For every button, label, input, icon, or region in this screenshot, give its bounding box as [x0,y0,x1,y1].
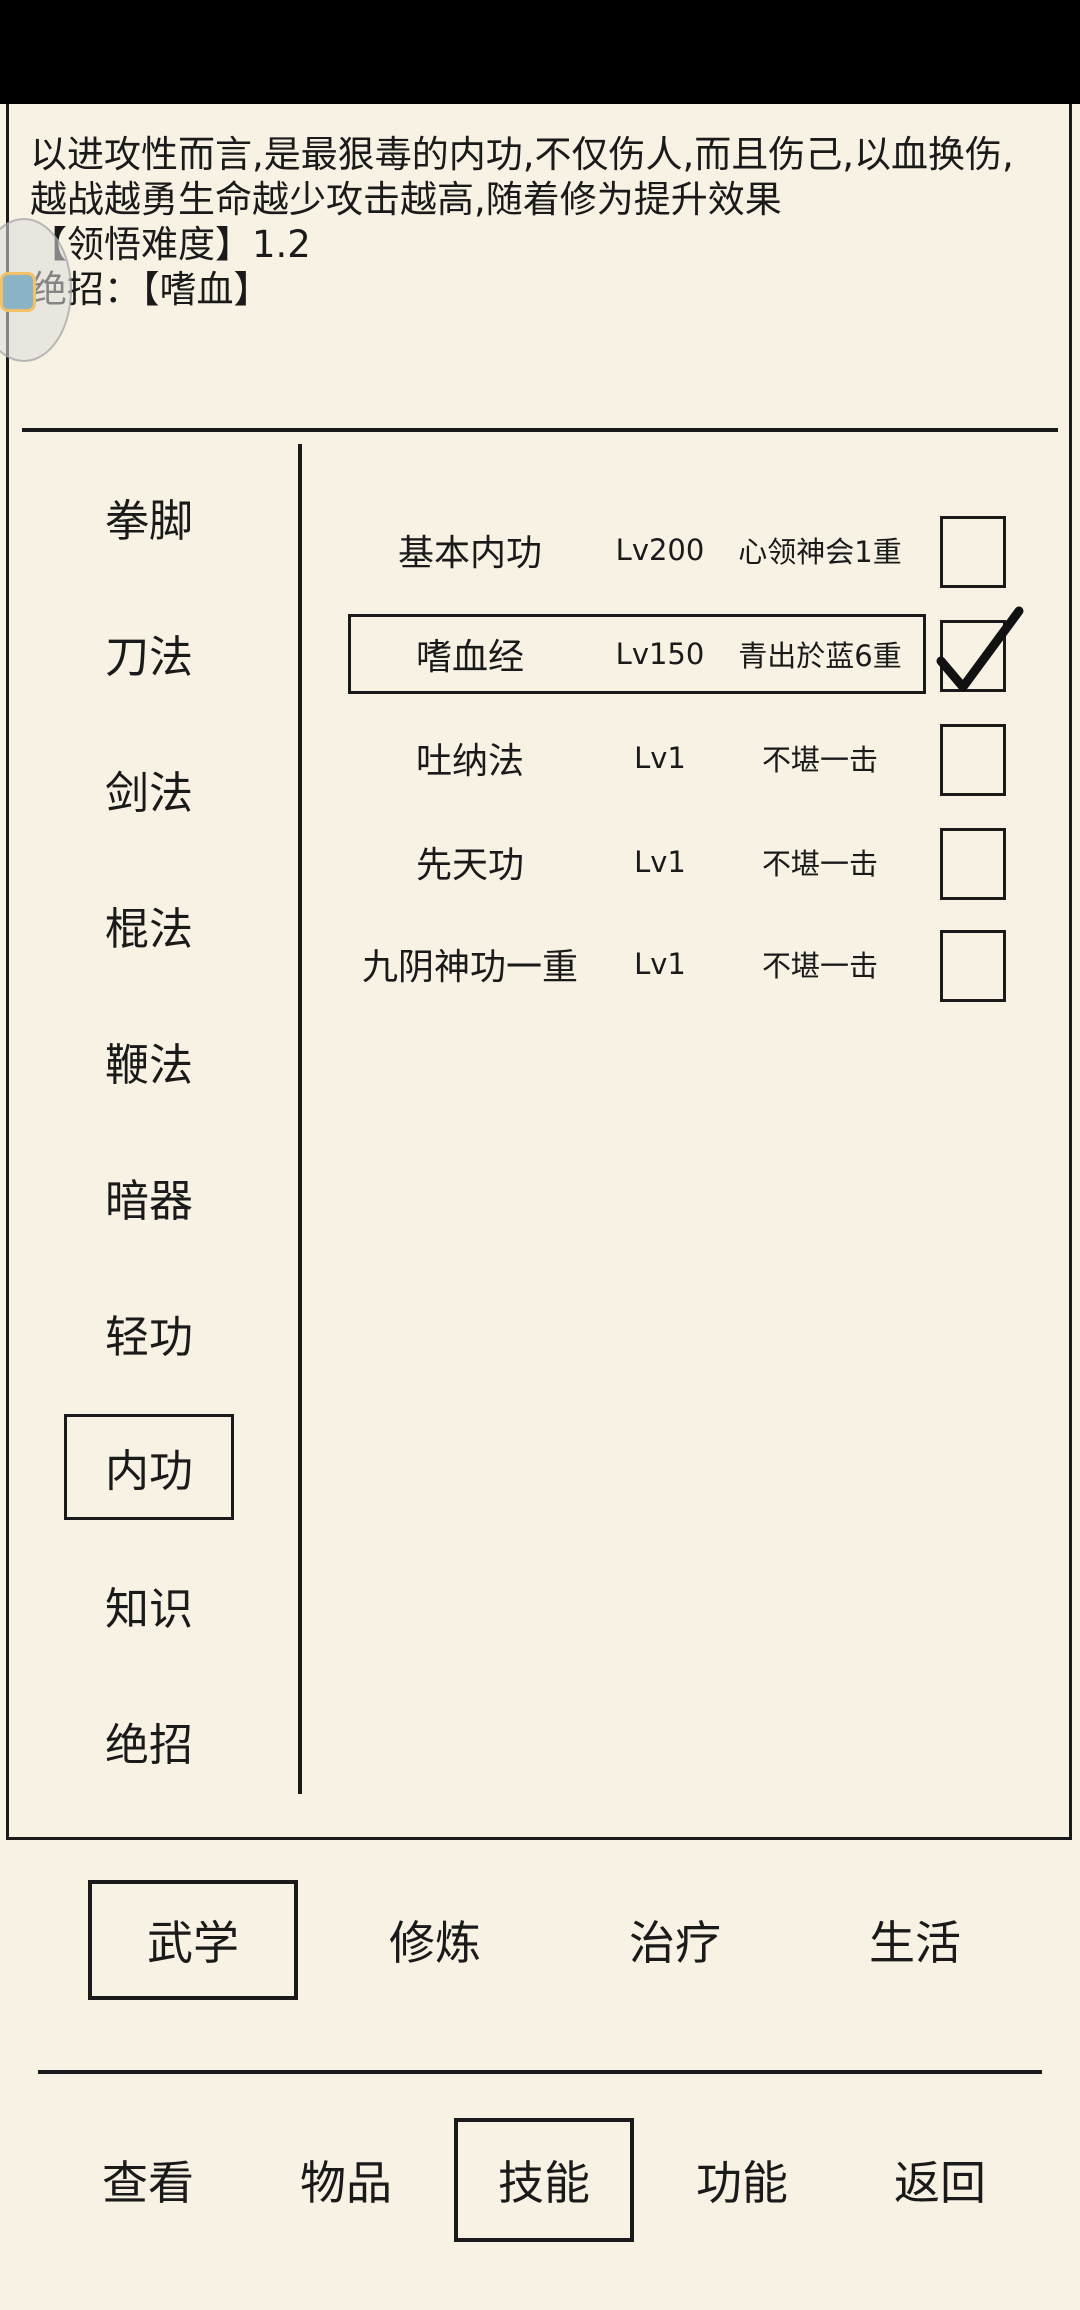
category-qinggong[interactable]: 轻功 [64,1280,234,1386]
skill-level: Lv150 [615,637,705,671]
nav-gongneng[interactable]: 功能 [652,2118,832,2242]
category-label: 剑法 [105,768,193,819]
category-quanjiao[interactable]: 拳脚 [64,464,234,570]
nav-label: 物品 [300,2156,392,2210]
nav-label: 技能 [498,2156,590,2210]
skill-level: Lv200 [615,533,705,567]
tab-label: 武学 [147,1916,239,1970]
ultimate-line: 绝招：【嗜血】 [30,268,271,311]
skill-checkbox[interactable] [940,516,1006,588]
category-label: 棍法 [105,904,193,955]
skill-row[interactable]: 吐纳法 Lv1 不堪一击 [340,712,1040,804]
category-label: 知识 [105,1584,193,1635]
category-anqi[interactable]: 暗器 [64,1144,234,1250]
category-juezhao[interactable]: 绝招 [64,1688,234,1794]
category-neigong[interactable]: 内功 [64,1414,234,1520]
category-zhishi[interactable]: 知识 [64,1552,234,1658]
skill-rank: 不堪一击 [761,949,878,983]
nav-label: 返回 [894,2156,986,2210]
category-jianfa[interactable]: 剑法 [64,736,234,842]
tab-label: 修炼 [389,1916,481,1970]
skill-description: 以进攻性而言,是最狠毒的内功,不仅伤人,而且伤己,以血换伤, 越战越勇生命越少攻击… [30,132,1060,312]
skill-rank: 不堪一击 [761,847,878,881]
skill-checkbox[interactable] [936,606,1024,692]
nav-label: 功能 [696,2156,788,2210]
category-label: 拳脚 [105,496,193,547]
category-label: 鞭法 [105,1040,193,1091]
skill-name: 九阴神功一重 [361,947,578,988]
skill-level: Lv1 [634,741,686,775]
description-line: 越战越勇生命越少攻击越高,随着修为提升效果 [30,178,782,221]
nav-chakan[interactable]: 查看 [58,2118,238,2242]
nav-wupin[interactable]: 物品 [256,2118,436,2242]
skill-level: Lv1 [634,845,686,879]
skill-row[interactable]: 基本内功 Lv200 心领神会1重 [340,504,1040,596]
skill-row[interactable]: 先天功 Lv1 不堪一击 [340,816,1040,908]
skill-name: 先天功 [415,845,524,886]
skill-name: 基本内功 [397,533,542,574]
category-label: 刀法 [105,632,193,683]
skill-rank: 心领神会1重 [738,535,902,569]
category-bianfa[interactable]: 鞭法 [64,1008,234,1114]
skill-checkbox[interactable] [940,930,1006,1002]
category-label: 内功 [105,1446,193,1497]
nav-jineng[interactable]: 技能 [454,2118,634,2242]
tab-xiulian[interactable]: 修炼 [330,1880,540,2000]
category-daofa[interactable]: 刀法 [64,600,234,706]
assistant-badge [0,272,36,312]
status-bar [0,0,1080,104]
category-label: 暗器 [105,1176,193,1227]
nav-fanhui[interactable]: 返回 [850,2118,1030,2242]
tab-shenghuo[interactable]: 生活 [810,1880,1020,2000]
divider-top [22,428,1058,432]
skill-row-selected[interactable]: 嗜血经 Lv150 青出於蓝6重 [340,606,1040,700]
skill-row[interactable]: 九阴神功一重 Lv1 不堪一击 [340,918,1040,1010]
skill-name: 嗜血经 [415,637,524,678]
category-label: 绝招 [105,1720,193,1771]
skill-rank: 青出於蓝6重 [738,639,902,673]
tab-label: 生活 [869,1916,961,1970]
tab-label: 治疗 [629,1916,721,1970]
description-line: 以进攻性而言,是最狠毒的内功,不仅伤人,而且伤己,以血换伤, [30,133,1014,176]
skill-rank: 不堪一击 [761,743,878,777]
category-label: 轻功 [105,1312,193,1363]
difficulty-line: 【领悟难度】1.2 [30,223,311,266]
skill-level: Lv1 [634,947,686,981]
skill-checkbox[interactable] [940,828,1006,900]
tab-wuxue[interactable]: 武学 [88,1880,298,2000]
skill-checkbox[interactable] [940,724,1006,796]
skill-name: 吐纳法 [415,741,524,782]
divider-bottom [38,2070,1042,2074]
nav-label: 查看 [102,2156,194,2210]
divider-vertical [298,444,302,1794]
tab-zhiliao[interactable]: 治疗 [570,1880,780,2000]
checkmark-icon [936,606,1024,692]
category-gunfa[interactable]: 棍法 [64,872,234,978]
